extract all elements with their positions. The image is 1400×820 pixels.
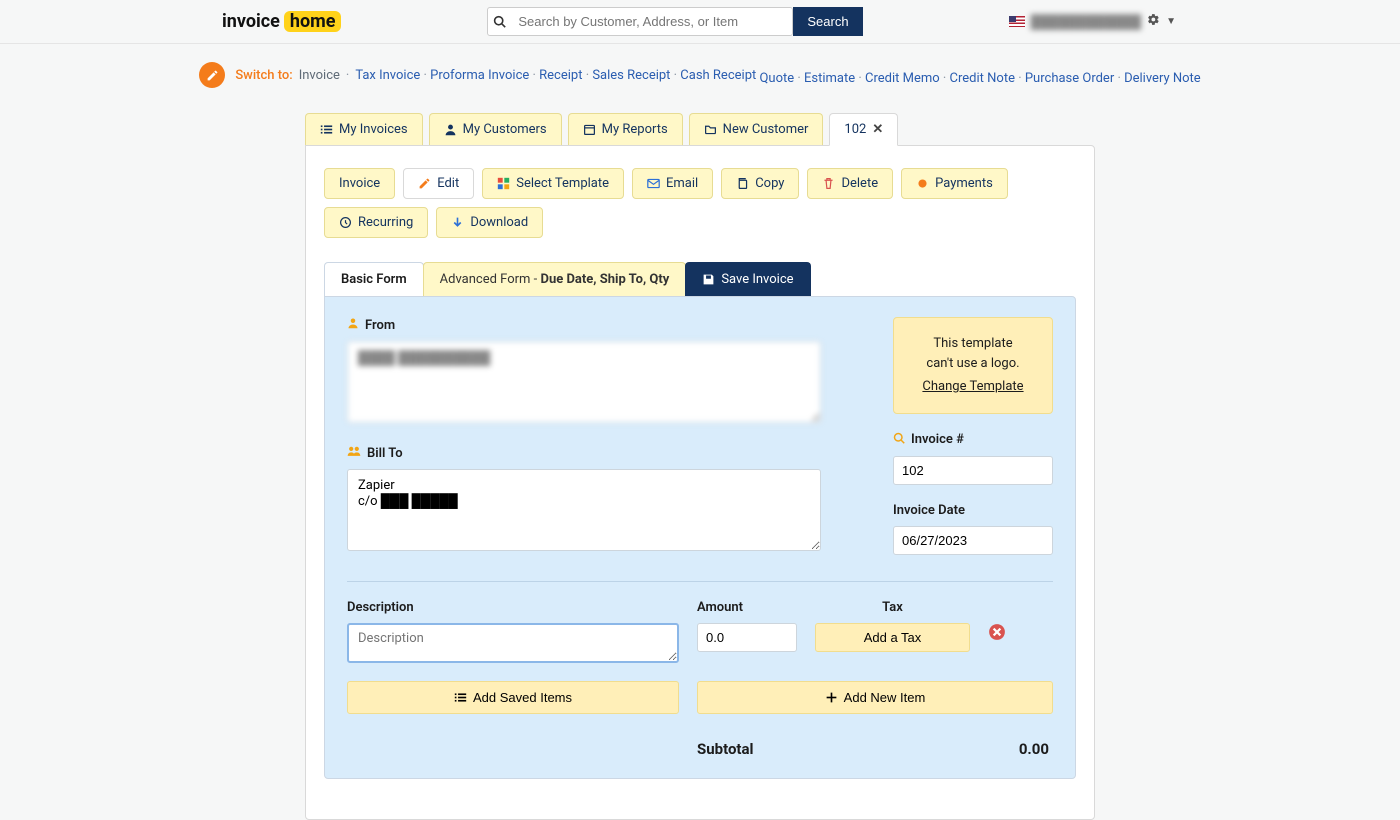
add-saved-items-button[interactable]: Add Saved Items [347,681,679,714]
tab-my-invoices[interactable]: My Invoices [305,113,423,145]
brand-logo[interactable]: invoice home [222,11,341,32]
tab-active-invoice[interactable]: 102 ✕ [829,113,898,146]
form-tab-basic[interactable]: Basic Form [324,262,424,296]
save-invoice-button[interactable]: Save Invoice [685,262,810,296]
person-icon [444,123,457,136]
bill-to-textarea[interactable]: Zapier c/o ███ █████ [347,469,821,551]
tab-label: My Reports [602,122,668,137]
search-icon [488,15,510,28]
top-bar: invoice home Search ████████████ ▼ [0,0,1400,44]
grid-icon [497,177,510,190]
switch-link-delivery-note[interactable]: Delivery Note [1124,71,1201,86]
switch-link-sales-receipt[interactable]: Sales Receipt [592,68,670,83]
invoice-number-label: Invoice # [911,432,964,447]
invoice-number-input[interactable] [893,456,1053,485]
from-textarea[interactable]: ████ ██████████ [347,341,821,423]
person-icon [347,317,359,333]
user-menu[interactable]: ████████████ ▼ [1009,13,1176,30]
search-icon [893,432,905,448]
download-icon [451,216,464,229]
gear-icon [1147,13,1160,30]
switch-link-purchase-order[interactable]: Purchase Order [1025,71,1114,86]
search-button[interactable]: Search [793,7,862,36]
tab-label: New Customer [723,122,809,137]
actions-row: Invoice Edit Select Template Email Copy … [324,168,1076,238]
subtotal-label: Subtotal [697,740,754,758]
tab-my-reports[interactable]: My Reports [568,113,683,145]
amount-label: Amount [697,600,797,615]
switch-link-tax-invoice[interactable]: Tax Invoice [355,68,420,83]
main-tabs: My Invoices My Customers My Reports New … [305,112,1095,145]
action-edit[interactable]: Edit [403,168,474,199]
switch-link-credit-memo[interactable]: Credit Memo [865,71,940,86]
add-tax-button[interactable]: Add a Tax [815,623,970,652]
copy-icon [736,177,749,190]
action-email[interactable]: Email [632,168,713,199]
folder-icon [704,123,717,136]
user-name: ████████████ [1031,14,1142,30]
tab-new-customer[interactable]: New Customer [689,113,824,145]
switch-link-quote[interactable]: Quote [759,71,794,86]
form-tabs: Basic Form Advanced Form - Due Date, Shi… [324,262,1076,296]
invoice-date-input[interactable] [893,526,1053,555]
action-delete[interactable]: Delete [807,168,893,199]
people-icon [347,445,361,461]
bill-to-label: Bill To [367,446,403,461]
brand-part2: home [284,11,342,32]
mail-icon [647,177,660,190]
tab-label: 102 [844,122,866,137]
action-payments[interactable]: Payments [901,168,1008,199]
tab-label: My Customers [463,122,547,137]
circle-icon [916,177,929,190]
description-label: Description [347,600,679,615]
switch-link-cash-receipt[interactable]: Cash Receipt [680,68,756,83]
switch-current: Invoice [299,68,340,83]
clock-icon [339,216,352,229]
chevron-down-icon: ▼ [1166,16,1176,27]
add-new-item-button[interactable]: Add New Item [697,681,1053,714]
search-group [487,7,793,36]
switch-link-credit-note[interactable]: Credit Note [950,71,1015,86]
calendar-icon [583,123,596,136]
trash-icon [822,177,835,190]
close-icon[interactable]: ✕ [872,122,883,137]
tab-my-customers[interactable]: My Customers [429,113,562,145]
brand-part1: invoice [222,11,280,32]
remove-line-icon[interactable] [988,621,1006,646]
action-invoice[interactable]: Invoice [324,168,395,199]
form-tab-advanced[interactable]: Advanced Form - Due Date, Ship To, Qty [423,262,687,296]
list-icon [320,123,333,136]
switch-type-area: Switch to: Invoice · Tax Invoice · Profo… [0,44,1400,98]
action-recurring[interactable]: Recurring [324,207,428,238]
subtotal-value: 0.00 [1019,740,1049,758]
form-body: From ████ ██████████ Bill To Zapier c/o … [324,296,1076,779]
switch-label: Switch to: [235,68,292,83]
switch-link-proforma-invoice[interactable]: Proforma Invoice [430,68,529,83]
description-textarea[interactable] [347,623,679,663]
action-copy[interactable]: Copy [721,168,799,199]
pencil-icon [199,62,225,88]
invoice-date-label: Invoice Date [893,503,965,518]
tab-label: My Invoices [339,122,408,137]
action-select-template[interactable]: Select Template [482,168,624,199]
change-template-link[interactable]: Change Template [904,377,1042,397]
from-label: From [365,318,395,333]
switch-link-estimate[interactable]: Estimate [804,71,855,86]
save-icon [702,273,715,286]
divider [347,581,1053,582]
pencil-icon [418,177,431,190]
amount-input[interactable] [697,623,797,652]
switch-link-receipt[interactable]: Receipt [539,68,582,83]
action-download[interactable]: Download [436,207,543,238]
invoice-panel: Invoice Edit Select Template Email Copy … [305,145,1095,820]
tax-label: Tax [815,600,970,615]
search-input[interactable] [510,8,792,35]
flag-icon [1009,16,1025,27]
template-note: This template can't use a logo. Change T… [893,317,1053,414]
